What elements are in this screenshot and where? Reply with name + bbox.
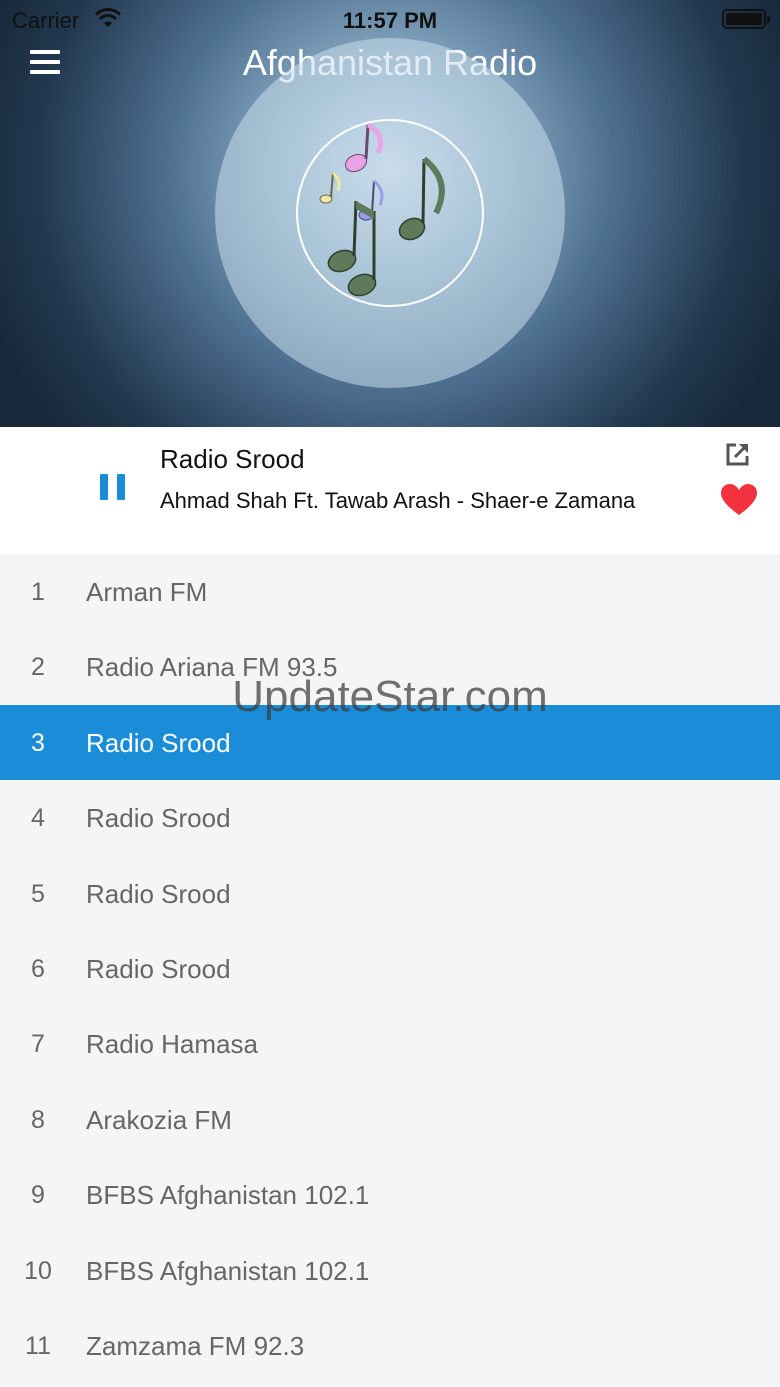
- station-row[interactable]: 11 Zamzama FM 92.3: [0, 1308, 780, 1383]
- pause-button[interactable]: [100, 474, 128, 500]
- station-name: Radio Srood: [86, 803, 231, 834]
- station-name: Arman FM: [86, 577, 208, 607]
- station-row[interactable]: 2 Radio Ariana FM 93.5: [0, 629, 780, 704]
- station-number: 7: [31, 1030, 45, 1059]
- music-notes-icon: [319, 122, 445, 297]
- station-number: 6: [31, 954, 45, 983]
- station-row[interactable]: 10 BFBS Afghanistan 102.1: [0, 1233, 780, 1308]
- station-number: 3: [31, 728, 45, 757]
- now-playing-station: Radio Srood: [160, 444, 305, 474]
- battery-icon: [722, 9, 770, 29]
- station-row[interactable]: 6 Radio Srood: [0, 931, 780, 1006]
- station-number: 5: [31, 879, 45, 908]
- clock: 11:57 PM: [342, 8, 438, 33]
- station-row[interactable]: 9 BFBS Afghanistan 102.1: [0, 1157, 780, 1232]
- station-name: BFBS Afghanistan 102.1: [86, 1255, 370, 1286]
- station-number: 9: [31, 1181, 45, 1210]
- station-row[interactable]: 5 Radio Srood: [0, 856, 780, 931]
- station-row[interactable]: 8 Arakozia FM: [0, 1082, 780, 1157]
- station-name: Arakozia FM: [86, 1104, 232, 1135]
- station-number: 11: [25, 1331, 51, 1360]
- station-name: Radio Hamasa: [86, 1029, 258, 1060]
- status-bar: Carrier 11:57 PM: [0, 0, 780, 40]
- station-name: BFBS Afghanistan 102.1: [86, 1180, 370, 1211]
- now-playing-track: Ahmad Shah Ft. Tawab Arash - Shaer-e Zam…: [160, 488, 636, 513]
- station-row[interactable]: 1 Arman FM: [0, 554, 780, 629]
- station-name: Radio Ariana FM 93.5: [86, 652, 338, 683]
- station-name: Radio Srood: [86, 727, 231, 758]
- station-number: 2: [31, 653, 45, 682]
- station-list: 1 Arman FM 2 Radio Ariana FM 93.5 3 Radio Sro…: [0, 554, 780, 1383]
- station-name: Zamzama FM 92.3: [86, 1330, 305, 1361]
- station-name: Radio Srood: [86, 953, 231, 984]
- station-number: 1: [31, 578, 45, 606]
- favorite-heart-icon[interactable]: [720, 483, 758, 517]
- header-artwork: Carrier 11:57 PM Afghanistan Radio: [0, 0, 780, 427]
- station-number: 4: [31, 804, 45, 833]
- station-number: 8: [31, 1105, 45, 1134]
- station-row[interactable]: 4 Radio Srood: [0, 780, 780, 855]
- share-icon[interactable]: [725, 441, 751, 467]
- station-number: 10: [24, 1256, 52, 1285]
- station-name: Radio Srood: [86, 878, 231, 909]
- station-row[interactable]: 3 Radio Srood: [0, 704, 780, 781]
- station-row[interactable]: 7 Radio Hamasa: [0, 1006, 780, 1081]
